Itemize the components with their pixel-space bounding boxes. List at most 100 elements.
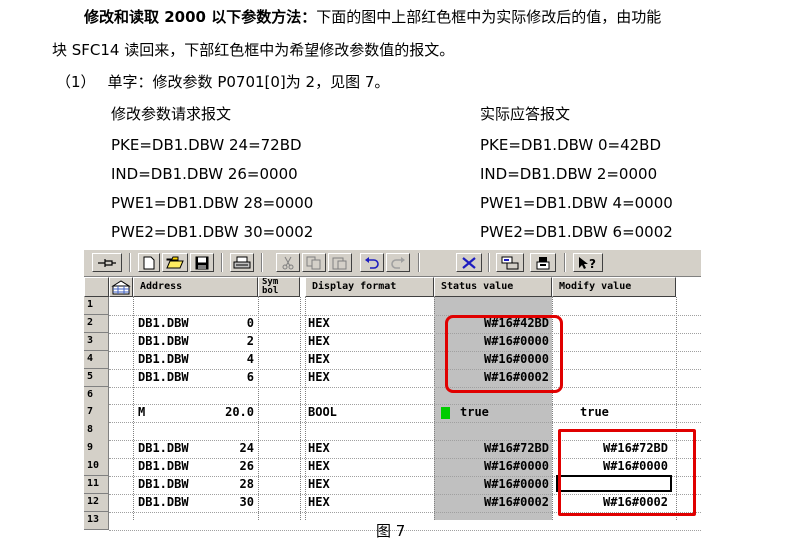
status-value-cell (434, 297, 549, 314)
print-icon[interactable] (230, 253, 254, 272)
modify-icon[interactable] (530, 253, 556, 272)
row-number[interactable]: 4 (84, 350, 109, 370)
display-format-cell[interactable]: HEX (308, 476, 428, 493)
request-highlight-box (558, 429, 696, 516)
figure-caption: 图 7 (376, 522, 406, 540)
display-format-cell[interactable] (308, 422, 428, 439)
address-offset-cell[interactable]: 0 (204, 315, 254, 332)
address-offset-cell[interactable] (204, 512, 254, 529)
item-number: （1） (56, 73, 96, 91)
request-line: PKE=DB1.DBW 24=72BD (111, 136, 302, 154)
table-icon-header (109, 277, 133, 297)
request-title: 修改参数请求报文 (111, 105, 232, 123)
address-offset-cell[interactable]: 20.0 (204, 404, 254, 421)
row-number[interactable]: 3 (84, 332, 109, 352)
open-icon[interactable] (162, 253, 188, 272)
display-format-header[interactable]: Display format (305, 277, 434, 297)
display-format-cell[interactable]: BOOL (308, 404, 428, 421)
cut-icon[interactable] (276, 253, 300, 272)
toolbar: ? (84, 250, 701, 277)
modify-value-cell[interactable] (552, 387, 668, 404)
address-header[interactable]: Address (133, 277, 258, 297)
new-icon[interactable] (138, 253, 160, 272)
table-icon (111, 280, 131, 295)
address-offset-cell[interactable] (204, 387, 254, 404)
intro-bold-lead: 修改和读取 2000 以下参数方法： (84, 8, 317, 26)
help-icon[interactable]: ? (573, 253, 603, 272)
display-format-cell[interactable]: HEX (308, 494, 428, 511)
row-number[interactable]: 5 (84, 368, 109, 387)
response-highlight-box (445, 315, 563, 393)
display-format-cell[interactable]: HEX (308, 458, 428, 475)
response-column: 实际应答报文 PKE=DB1.DBW 0=42BD IND=DB1.DBW 2=… (480, 104, 673, 242)
modify-value-cell[interactable] (552, 333, 668, 350)
modify-value-cell[interactable] (552, 369, 668, 386)
row-number[interactable]: 6 (84, 386, 109, 405)
redo-icon[interactable] (386, 253, 410, 272)
save-icon[interactable] (190, 253, 214, 272)
item-text: 单字：修改参数 P0701[0]为 2，见图 7。 (107, 73, 390, 91)
row-number[interactable]: 9 (84, 440, 109, 459)
variable-table-screenshot: ? Address Sym bol Display format Status … (84, 250, 701, 531)
address-offset-cell[interactable]: 28 (204, 476, 254, 493)
display-format-cell[interactable]: HEX (308, 369, 428, 386)
paste-icon[interactable] (328, 253, 352, 272)
status-value-header[interactable]: Status value (434, 277, 552, 297)
address-offset-cell[interactable]: 30 (204, 494, 254, 511)
address-offset-cell[interactable] (204, 297, 254, 314)
status-value-cell (434, 512, 549, 529)
display-format-cell[interactable] (308, 512, 428, 529)
symbol-header[interactable]: Sym bol (258, 277, 300, 297)
request-line: IND=DB1.DBW 26=0000 (111, 165, 298, 183)
status-value-cell: W#16#72BD (483, 441, 549, 456)
intro-line-1: 修改和读取 2000 以下参数方法：下面的图中上部红色框中为实际修改后的值，由功… (84, 7, 661, 27)
display-format-cell[interactable] (308, 387, 428, 404)
modify-value-header[interactable]: Modify value (552, 277, 676, 297)
undo-icon[interactable] (360, 253, 384, 272)
corner-header (84, 277, 109, 297)
response-line: PWE1=DB1.DBW 4=0000 (480, 194, 673, 212)
row-number[interactable]: 2 (84, 314, 109, 334)
status-value-cell: W#16#0000 (483, 477, 549, 491)
response-line: PWE2=DB1.DBW 6=0002 (480, 223, 673, 241)
address-offset-cell[interactable]: 6 (204, 369, 254, 386)
modify-value-cell[interactable] (552, 297, 668, 314)
row-number[interactable]: 7 (84, 404, 109, 423)
monitor-icon[interactable] (496, 253, 524, 272)
row-number[interactable]: 11 (84, 476, 109, 495)
delete-icon[interactable] (456, 253, 482, 272)
intro-line-2: 块 SFC14 读回来，下部红色框中为希望修改参数值的报文。 (52, 41, 455, 59)
row-number[interactable]: 1 (84, 297, 109, 316)
row-number[interactable]: 8 (84, 422, 109, 441)
copy-icon[interactable] (302, 253, 326, 272)
response-line: PKE=DB1.DBW 0=42BD (480, 136, 662, 154)
modify-value-cell[interactable] (552, 315, 668, 332)
address-offset-cell[interactable]: 4 (204, 351, 254, 368)
display-format-cell[interactable]: HEX (308, 333, 428, 350)
pin-icon[interactable] (92, 253, 122, 272)
display-format-cell[interactable]: HEX (308, 440, 428, 457)
response-line: IND=DB1.DBW 2=0000 (480, 165, 658, 183)
address-offset-cell[interactable] (204, 422, 254, 439)
display-format-cell[interactable]: HEX (308, 351, 428, 368)
modify-value-cell[interactable] (552, 351, 668, 368)
status-value-cell: W#16#0002 (483, 494, 549, 509)
address-offset-cell[interactable]: 24 (204, 440, 254, 457)
intro-rest: 下面的图中上部红色框中为实际修改后的值，由功能 (316, 8, 662, 26)
status-true-indicator (441, 407, 450, 420)
status-value-cell: true (460, 405, 489, 420)
item-1: （1） 单字：修改参数 P0701[0]为 2，见图 7。 (56, 72, 389, 92)
variable-table: Address Sym bol Display format Status va… (84, 277, 701, 531)
address-offset-cell[interactable]: 26 (204, 458, 254, 475)
modify-value-cell[interactable]: true (580, 404, 670, 421)
svg-text:?: ? (589, 257, 596, 270)
display-format-cell[interactable]: HEX (308, 315, 428, 332)
address-offset-cell[interactable]: 2 (204, 333, 254, 350)
row-number[interactable]: 13 (84, 511, 109, 531)
row-number[interactable]: 10 (84, 458, 109, 477)
request-line: PWE1=DB1.DBW 28=0000 (111, 194, 314, 212)
display-format-cell[interactable] (308, 297, 428, 314)
row-number[interactable]: 12 (84, 493, 109, 513)
request-column: 修改参数请求报文 PKE=DB1.DBW 24=72BD IND=DB1.DBW… (111, 104, 313, 242)
request-line: PWE2=DB1.DBW 30=0002 (111, 223, 314, 241)
